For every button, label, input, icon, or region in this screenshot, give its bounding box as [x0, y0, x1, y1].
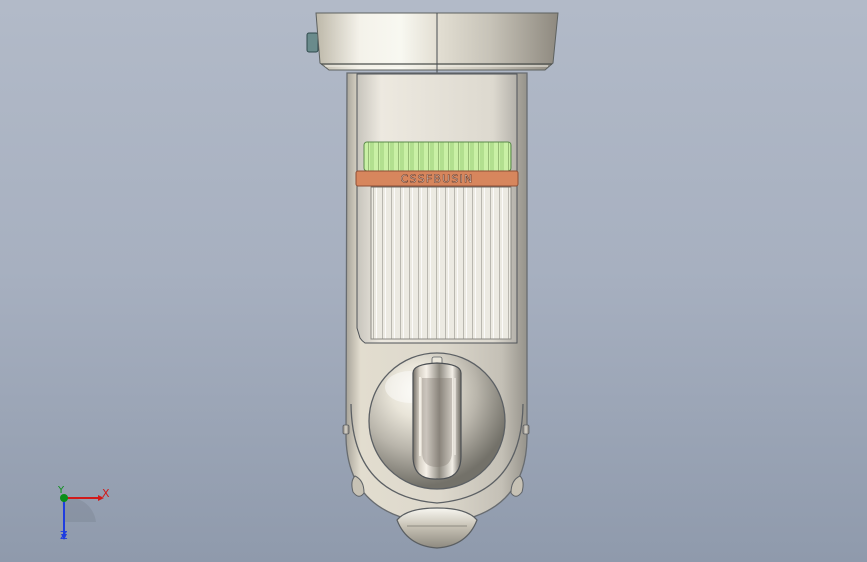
connector-block	[306, 32, 319, 53]
axis-x-label: X	[102, 487, 110, 500]
part-model[interactable]: CSSFBUSIN	[0, 0, 867, 562]
bottom-cap	[396, 507, 478, 549]
green-grip-band	[363, 141, 512, 172]
3d-viewport[interactable]: CSSFBUSIN X Y Z	[0, 0, 867, 562]
axis-y-label: Y	[58, 485, 65, 496]
grip-handle-slot	[422, 378, 452, 467]
ring-band-label: CSSFBUSIN	[401, 173, 474, 186]
side-pin-right	[522, 424, 530, 435]
axis-z-label: Z	[60, 529, 68, 542]
axis-triad: X Y Z	[46, 480, 116, 550]
ribbed-filter	[370, 186, 512, 340]
side-pin-left	[342, 424, 350, 435]
